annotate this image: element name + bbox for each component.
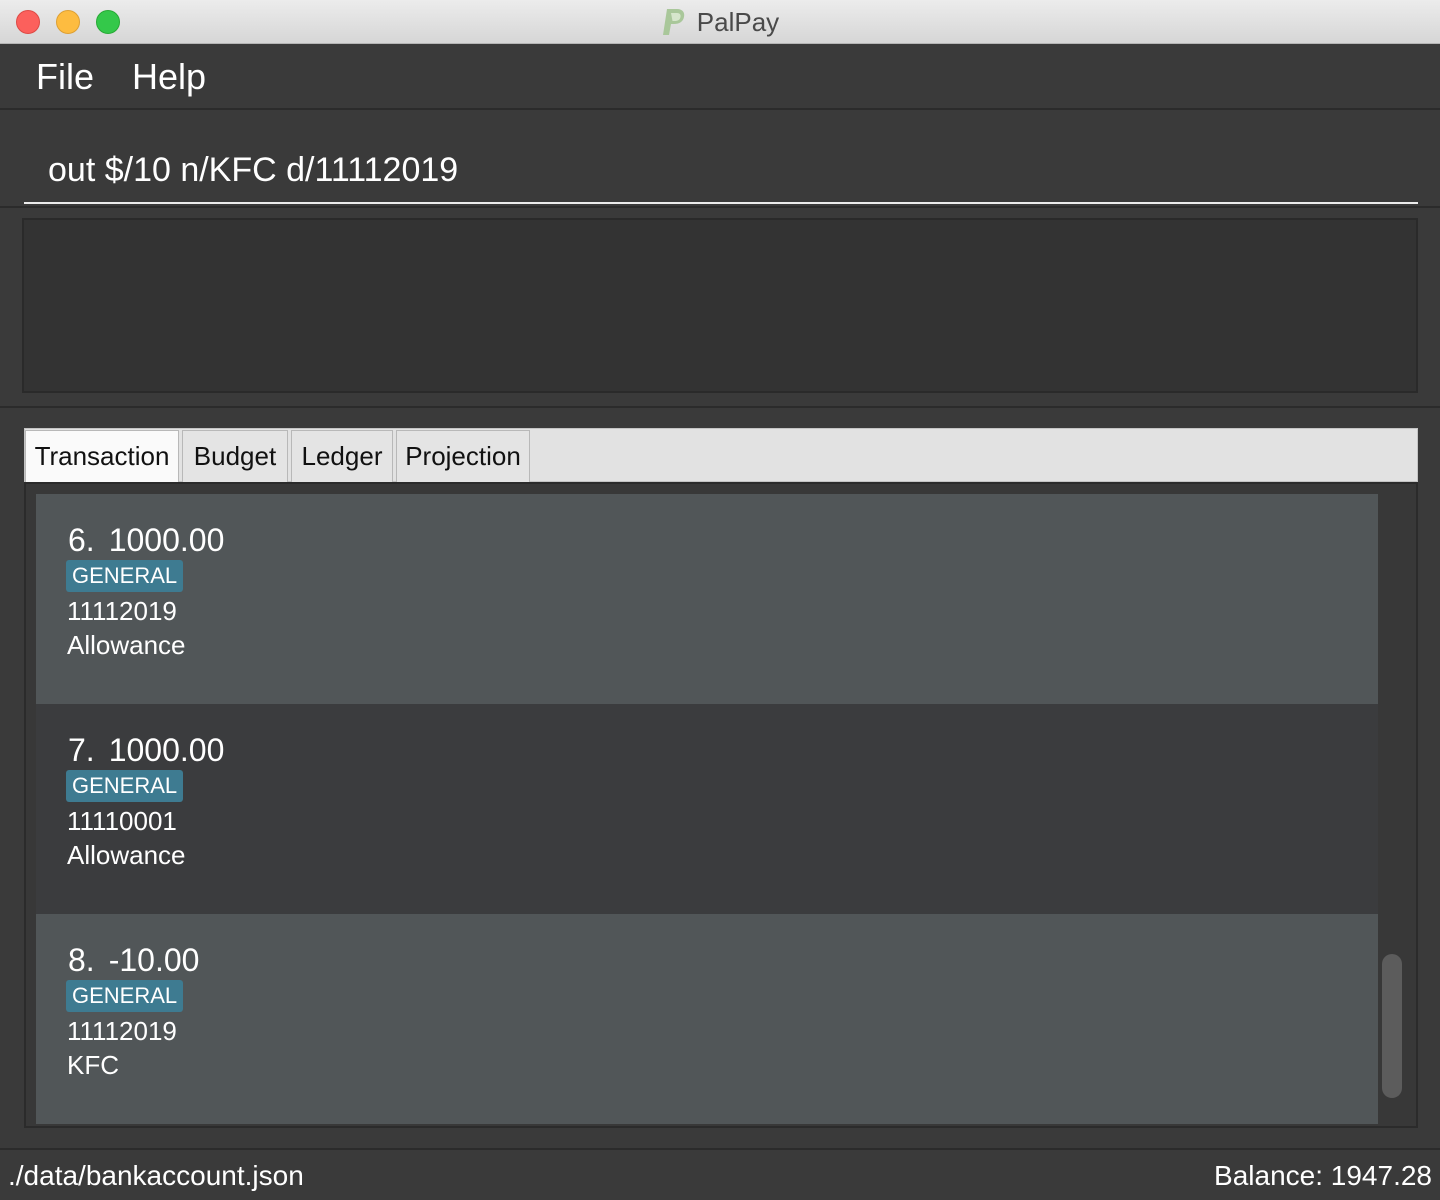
command-box (0, 110, 1440, 208)
transaction-header: 6. 1000.00 (68, 522, 224, 559)
tab-header: Transaction Budget Ledger Projection (24, 428, 1418, 482)
transaction-header: 7. 1000.00 (68, 732, 224, 769)
transaction-date: 11112019 (67, 1016, 177, 1046)
tab-transaction[interactable]: Transaction (25, 430, 179, 482)
transaction-amount: 1000.00 (108, 732, 225, 768)
transaction-index: 6. (68, 522, 95, 558)
status-bar: ./data/bankaccount.json Balance: 1947.28 (0, 1148, 1440, 1200)
transaction-description: Allowance (67, 630, 186, 660)
title-bar: PalPay (0, 0, 1440, 44)
window-title-group: PalPay (0, 0, 1440, 44)
transaction-description: Allowance (67, 840, 186, 870)
main-panel: Transaction Budget Ledger Projection 6. 1… (0, 408, 1440, 1148)
transaction-amount: -10.00 (108, 942, 200, 978)
transaction-date: 11110001 (67, 806, 177, 836)
transaction-date: 11112019 (67, 596, 177, 626)
transaction-card[interactable]: 6. 1000.00 GENERAL 11112019 Allowance (36, 494, 1378, 704)
transaction-amount: 1000.00 (108, 522, 225, 558)
result-display (22, 218, 1418, 393)
scrollbar-thumb[interactable] (1382, 954, 1402, 1098)
balance-status: Balance: 1947.28 (1214, 1160, 1432, 1191)
file-path-status: ./data/bankaccount.json (8, 1160, 304, 1191)
menu-file[interactable]: File (36, 56, 94, 98)
tab-ledger[interactable]: Ledger (291, 430, 393, 482)
transaction-index: 8. (68, 942, 95, 978)
transaction-card[interactable]: 8. -10.00 GENERAL 11112019 KFC (36, 914, 1378, 1124)
transaction-card[interactable]: 7. 1000.00 GENERAL 11110001 Allowance (36, 704, 1378, 914)
transaction-list[interactable]: 6. 1000.00 GENERAL 11112019 Allowance 7. 1… (24, 482, 1418, 1128)
window-title: PalPay (696, 6, 780, 37)
category-tag: GENERAL (66, 560, 184, 592)
category-tag: GENERAL (66, 770, 184, 802)
transaction-description: KFC (67, 1050, 119, 1080)
transaction-header: 8. -10.00 (68, 942, 199, 979)
menu-help[interactable]: Help (132, 56, 206, 98)
category-tag: GENERAL (66, 980, 184, 1012)
tab-projection[interactable]: Projection (396, 430, 530, 482)
command-input[interactable] (24, 120, 1418, 204)
transaction-index: 7. (68, 732, 95, 768)
tab-budget[interactable]: Budget (182, 430, 288, 482)
result-display-area (0, 208, 1440, 408)
menu-bar: File Help (0, 44, 1440, 110)
paypal-p-icon (662, 9, 685, 35)
